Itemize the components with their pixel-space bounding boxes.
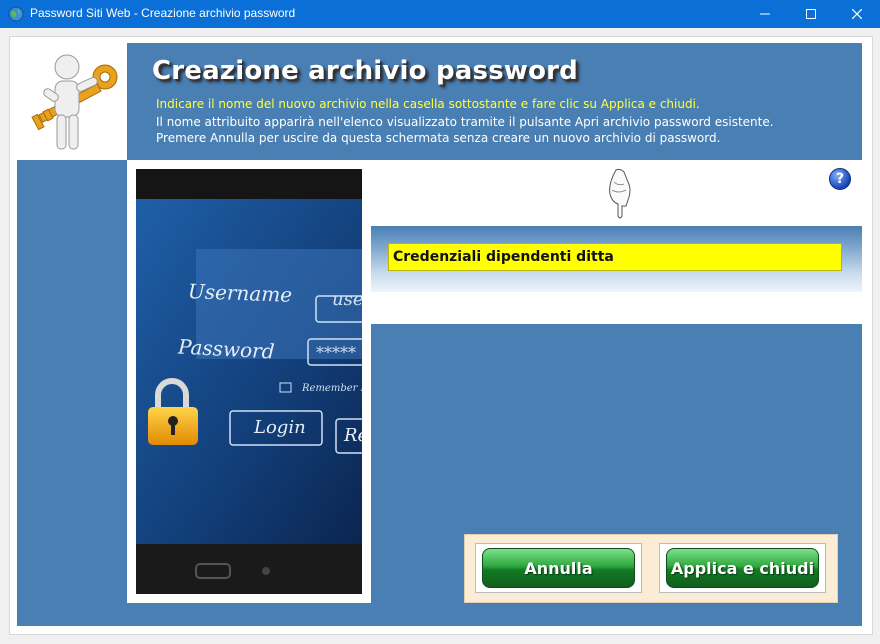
photo-username-label: Username [187, 279, 293, 307]
page-title: Creazione archivio password [152, 56, 578, 86]
maximize-button[interactable] [788, 0, 834, 28]
photo-remember-label: Remember M [302, 383, 362, 394]
maximize-icon [806, 9, 816, 19]
photo-password-field: ***** [316, 343, 356, 362]
photo-username-field: use [332, 289, 362, 310]
logo-box [17, 43, 127, 160]
left-panel [17, 160, 127, 626]
login-screen-photo: Username use Password ***** Remember M L… [136, 169, 362, 594]
instruction-line-1: Indicare il nome del nuovo archivio nell… [156, 97, 700, 111]
title-bar: Password Siti Web - Creazione archivio p… [0, 0, 880, 28]
close-button[interactable] [834, 0, 880, 28]
cancel-button[interactable]: Annulla [482, 548, 635, 588]
help-button[interactable]: ? [829, 168, 851, 190]
photo-reset-button: Re [344, 425, 362, 446]
window-title: Password Siti Web - Creazione archivio p… [30, 6, 296, 20]
photo-login-button: Login [254, 417, 306, 438]
bottom-panel [127, 603, 862, 626]
instruction-line-2: Il nome attribuito apparirà nell'elenco … [156, 115, 774, 129]
close-icon [852, 9, 862, 19]
globe-icon [8, 6, 24, 22]
archive-name-input[interactable] [388, 243, 842, 271]
pointing-hand-icon [609, 168, 631, 219]
photo-illustration [136, 169, 362, 594]
minimize-button[interactable] [742, 0, 788, 28]
instruction-line-3: Premere Annulla per uscire da questa sch… [156, 131, 721, 145]
photo-password-label: Password [177, 334, 276, 364]
apply-and-close-button[interactable]: Applica e chiudi [666, 548, 819, 588]
person-with-key-icon [31, 54, 118, 150]
minimize-icon [760, 13, 770, 15]
